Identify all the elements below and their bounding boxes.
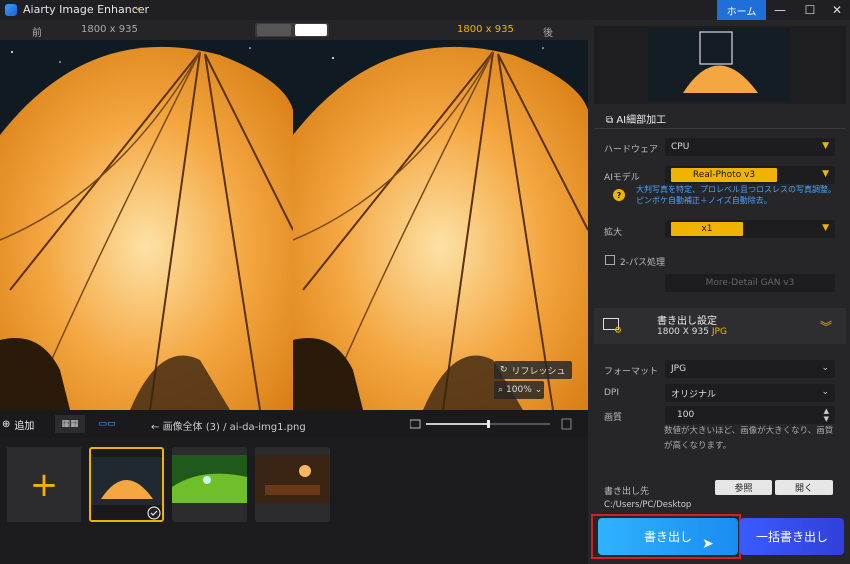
thumbnail-size-slider[interactable] (410, 417, 578, 431)
before-label: 前 (32, 28, 42, 39)
dpi-value: オリジナル (671, 389, 717, 400)
cursor-icon: ➤ (702, 536, 714, 552)
two-pass-checkbox[interactable] (605, 255, 615, 265)
list-view-icon[interactable]: ▭▭ (92, 415, 122, 433)
add-label: 追加 (14, 420, 35, 432)
stepper-arrows-icon[interactable]: ▲ ▼ (824, 407, 829, 423)
model-value: Real-Photo v3 (671, 168, 777, 182)
add-icon: ⊕ (2, 418, 11, 430)
export-settings-header[interactable] (594, 308, 846, 344)
zoom-value: 100% (506, 385, 532, 395)
collapse-chevron-icon[interactable]: ︾ (820, 318, 832, 335)
breadcrumb-separator: / (223, 422, 227, 433)
destination-path: C:/Users/PC/Desktop (604, 500, 692, 510)
chevron-down-icon: ▼ (822, 141, 829, 151)
ai-title-text: AI細部加工 (616, 115, 667, 126)
chevron-down-icon: ⌄ (821, 363, 829, 373)
hardware-select[interactable]: CPU ▼ (665, 138, 835, 156)
open-button[interactable]: 開く (775, 480, 833, 495)
refresh-label: リフレッシュ (511, 366, 566, 377)
grid-view-icon[interactable]: ▦▦ (55, 415, 85, 433)
hardware-value: CPU (671, 142, 690, 152)
trash-icon (561, 418, 572, 430)
after-image[interactable] (293, 40, 588, 410)
quality-description: 数値が大きいほど、画像が大きくなり、画質が高くなります。 (664, 426, 834, 451)
split-view-icon[interactable] (257, 24, 291, 36)
format-select[interactable]: JPG ⌄ (665, 360, 835, 378)
refresh-button[interactable]: ↻ リフレッシュ (494, 361, 572, 379)
app-logo-icon (5, 4, 17, 16)
model-select[interactable]: Real-Photo v3 ▼ (665, 166, 835, 184)
hardware-label: ハードウェア (604, 145, 659, 155)
minimize-icon[interactable]: — (766, 0, 794, 20)
add-button[interactable]: ⊕ 追加 (0, 415, 34, 433)
help-icon[interactable]: ? (613, 189, 625, 201)
quality-stepper[interactable]: 100 ▲ ▼ (665, 406, 835, 424)
two-pass-model-select: More-Detail GAN v3 (665, 274, 835, 292)
breadcrumb-file: ai-da-img1.png (229, 422, 306, 433)
navigator-thumbnail[interactable] (648, 28, 790, 101)
export-size-value: 1800 X 935 (657, 327, 709, 337)
quality-value: 100 (677, 410, 695, 420)
before-size: 1800 x 935 (81, 24, 138, 35)
zoom-control[interactable]: ⌕ 100% ⌄ (494, 381, 544, 399)
app-title: Aiarty Image Enhancer (23, 3, 150, 16)
chevron-down-icon: ▼ (822, 223, 829, 233)
thumbnail-1[interactable] (89, 447, 164, 522)
after-size: 1800 x 935 (457, 24, 514, 35)
dpi-select[interactable]: オリジナル ⌄ (665, 384, 835, 402)
export-size: 1800 X 935 JPG (657, 327, 727, 337)
divider (594, 128, 846, 129)
before-image[interactable] (0, 40, 293, 410)
export-title: 書き出し設定 (657, 316, 717, 327)
scale-value: x1 (671, 222, 743, 236)
chevron-down-icon: ⌄ (821, 387, 829, 397)
two-pass-label: 2-パス処理 (620, 258, 665, 268)
thumbnail-3[interactable] (255, 447, 330, 522)
maximize-icon[interactable]: ☐ (796, 0, 824, 20)
quality-label: 画質 (604, 413, 623, 423)
highlight-frame (591, 514, 741, 559)
model-description: 大判写真を特定、プロレベル且つロスレスの写真調整。ピンボケ自動補正＋ノイズ自動除… (636, 185, 836, 205)
export-format-badge: JPG (711, 327, 727, 337)
close-icon[interactable]: ✕ (823, 0, 850, 20)
browse-button[interactable]: 参照 (715, 480, 772, 495)
chevron-down-icon: ▼ (822, 169, 829, 179)
breadcrumb: ← 画像全体 (3) / ai-da-img1.png (151, 418, 306, 433)
thumbnail-2[interactable] (172, 447, 247, 522)
after-label: 後 (543, 28, 553, 39)
gear-icon: ⚙ (614, 326, 623, 336)
scale-label: 拡大 (604, 228, 623, 238)
enhance-icon: ⧉ (606, 115, 617, 126)
batch-export-button[interactable]: 一括書き出し (740, 518, 844, 555)
back-arrow-icon[interactable]: ← (151, 422, 163, 433)
image-icon (410, 419, 421, 429)
refresh-icon: ↻ (500, 365, 508, 375)
dpi-label: DPI (604, 388, 620, 398)
format-value: JPG (671, 364, 687, 374)
destination-label: 書き出し先 (604, 487, 650, 497)
format-label: フォーマット (604, 367, 659, 377)
side-by-side-icon[interactable] (295, 24, 327, 36)
scale-select[interactable]: x1 ▼ (665, 220, 835, 238)
model-label: AIモデル (604, 173, 640, 183)
ai-section-title: ⧉ AI細部加工 (606, 111, 666, 126)
add-image-tile[interactable]: + (7, 447, 81, 522)
two-pass-model-value: More-Detail GAN v3 (705, 278, 795, 288)
breadcrumb-all[interactable]: 画像全体 (3) (163, 422, 220, 433)
chevron-down-icon: ⌄ (534, 385, 543, 395)
chevron-down-icon[interactable]: ⌄ (133, 2, 141, 13)
zoom-icon: ⌕ (498, 385, 504, 395)
home-button[interactable]: ホーム (717, 0, 766, 20)
